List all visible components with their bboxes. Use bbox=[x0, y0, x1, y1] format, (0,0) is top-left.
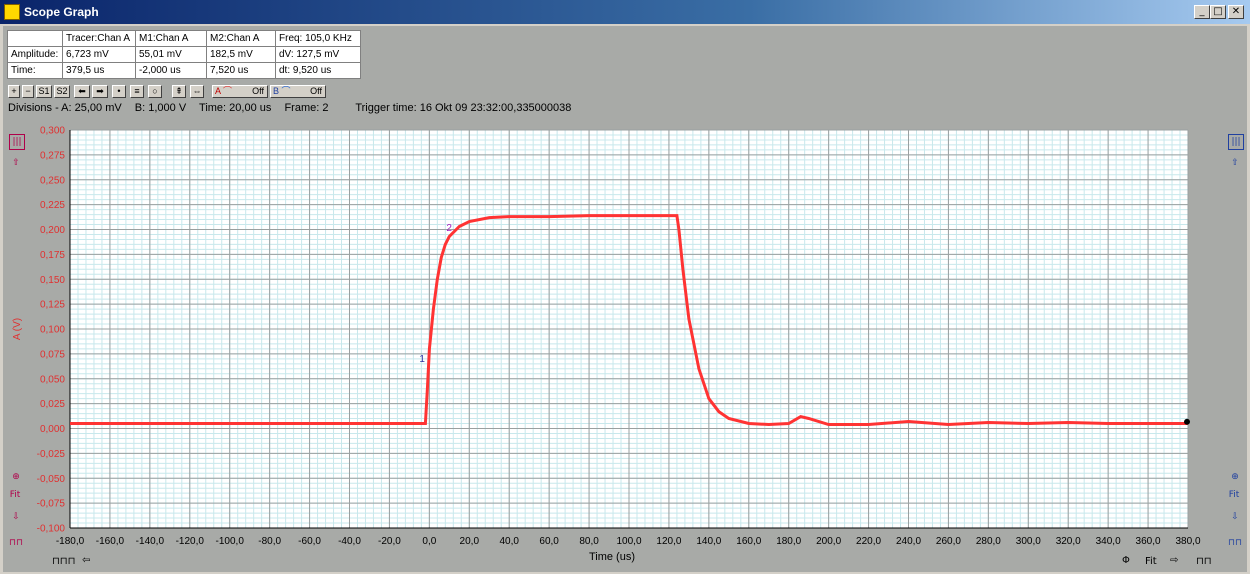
x-tick-label: 40,0 bbox=[499, 536, 519, 547]
x-tick-label: -180,0 bbox=[56, 536, 85, 547]
plot-grid bbox=[69, 129, 1189, 529]
x-tick-label: -80,0 bbox=[258, 536, 281, 547]
x-tick-label: 120,0 bbox=[656, 536, 681, 547]
y-tick-label: -0,050 bbox=[37, 474, 66, 485]
y-tick-label: 0,275 bbox=[40, 150, 65, 161]
y-tick-label: 0,050 bbox=[40, 374, 65, 385]
y-tick-label: 0,100 bbox=[40, 325, 65, 336]
x-tick-label: -120,0 bbox=[176, 536, 205, 547]
y-tick-label: 0,075 bbox=[40, 349, 65, 360]
x-tick-label: -60,0 bbox=[298, 536, 321, 547]
x-tick-label: 320,0 bbox=[1056, 536, 1081, 547]
x-tick-label: -160,0 bbox=[96, 536, 125, 547]
x-tick-label: 180,0 bbox=[776, 536, 801, 547]
x-tick-label: 360,0 bbox=[1136, 536, 1161, 547]
y-tick-label: 0,300 bbox=[40, 126, 65, 137]
x-axis-label: Time (us) bbox=[589, 551, 635, 563]
y-tick-label: 0,225 bbox=[40, 200, 65, 211]
x-tick-label: 240,0 bbox=[896, 536, 921, 547]
marker-2-label[interactable]: 2 bbox=[446, 223, 452, 234]
y-tick-label: 0,125 bbox=[40, 300, 65, 311]
x-tick-label: -40,0 bbox=[338, 536, 361, 547]
x-tick-label: 140,0 bbox=[696, 536, 721, 547]
x-tick-label: 0,0 bbox=[422, 536, 436, 547]
x-tick-label: -140,0 bbox=[136, 536, 165, 547]
x-tick-labels: -180,0 -160,0 -140,0 -120,0 -100,0 -80,0 -60,0… bbox=[56, 536, 1201, 547]
x-tick-label: 220,0 bbox=[856, 536, 881, 547]
x-tick-label: 20,0 bbox=[460, 536, 480, 547]
tracer-cursor[interactable] bbox=[1184, 418, 1191, 425]
y-tick-label: -0,100 bbox=[37, 524, 66, 535]
x-tick-label: 260,0 bbox=[936, 536, 961, 547]
x-tick-label: 160,0 bbox=[736, 536, 761, 547]
x-tick-label: -100,0 bbox=[216, 536, 245, 547]
y-axis-label: A (V) bbox=[12, 318, 23, 340]
y-tick-label: 0,200 bbox=[40, 225, 65, 236]
x-tick-label: 60,0 bbox=[539, 536, 559, 547]
y-tick-label: 0,000 bbox=[40, 424, 65, 435]
x-tick-label: 100,0 bbox=[616, 536, 641, 547]
y-tick-label: -0,025 bbox=[37, 449, 66, 460]
x-tick-label: 200,0 bbox=[816, 536, 841, 547]
y-tick-label: 0,025 bbox=[40, 399, 65, 410]
y-tick-labels: 0,300 0,275 0,250 0,225 0,200 0,175 0,150 0,125… bbox=[37, 126, 66, 535]
x-tick-label: 300,0 bbox=[1016, 536, 1041, 547]
x-tick-label: -20,0 bbox=[378, 536, 401, 547]
x-tick-label: 80,0 bbox=[579, 536, 599, 547]
y-tick-label: 0,150 bbox=[40, 275, 65, 286]
y-tick-label: 0,175 bbox=[40, 250, 65, 261]
y-tick-label: 0,250 bbox=[40, 175, 65, 186]
scope-chart[interactable]: 0,300 0,275 0,250 0,225 0,200 0,175 0,150 0,125… bbox=[0, 0, 1250, 574]
y-tick-label: -0,075 bbox=[37, 499, 66, 510]
x-tick-label: 280,0 bbox=[976, 536, 1001, 547]
x-tick-label: 340,0 bbox=[1096, 536, 1121, 547]
x-tick-label: 380,0 bbox=[1175, 536, 1200, 547]
marker-1-label[interactable]: 1 bbox=[419, 354, 425, 365]
